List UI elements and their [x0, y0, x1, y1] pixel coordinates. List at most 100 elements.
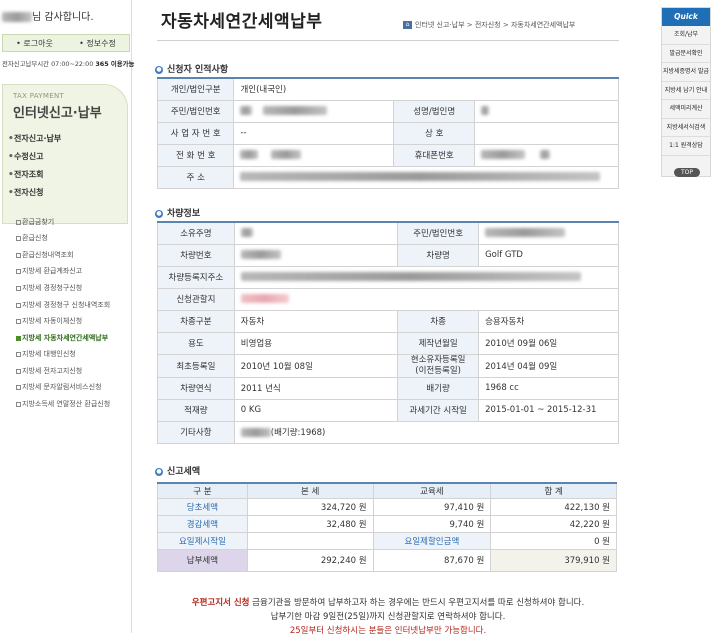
name-value — [474, 99, 619, 123]
final-tax-label: 납부세액 — [157, 548, 248, 572]
applicant-table: 개인/법인구분 개인(내국인) 주민/법인번호 성명/법인명 사 업 자 번 호… — [156, 77, 619, 189]
menu-e-application[interactable]: 전자신청 — [0, 185, 126, 201]
applicant-section-title: ● 신청자 인적사항 — [155, 65, 229, 75]
type-label: 개인/법인구분 — [156, 77, 235, 101]
tax-table: 구 분 본 세 교육세 합 계 당초세액 324,720 원 97,410 원 … — [157, 482, 617, 572]
final-tax-edu: 87,670 원 — [372, 548, 492, 572]
load-value: 0 KG — [233, 398, 399, 422]
info-edit-button[interactable]: • 정보수정 — [79, 38, 116, 49]
reg-address-value — [233, 265, 620, 289]
tax-payment-en-label: TAX PAYMENT — [13, 92, 65, 100]
type-value: 개인(내국인) — [233, 77, 619, 101]
quick-item-remote-support[interactable]: 1:1 원격상담 — [662, 137, 710, 156]
trade-name-label: 상 호 — [393, 121, 476, 145]
biz-number-label: 사 업 자 번 호 — [156, 121, 235, 145]
quick-menu-title: Quick Menu — [662, 8, 710, 39]
submenu-income-tax-refund[interactable]: 지방소득세 연말정산 환급신청 — [0, 397, 132, 411]
due-discount-label: 요일제할인금액 — [372, 531, 492, 550]
submenu-annual-car-tax[interactable]: 지방세 자동차세연간세액납부 — [0, 331, 132, 345]
biz-number-value: -- — [233, 121, 395, 145]
reg-address-label: 차량등록지주소 — [157, 265, 235, 289]
table-row: 전 화 번 호 휴대폰번호 — [156, 143, 619, 167]
trade-name-value — [474, 121, 619, 145]
submenu-correction-history[interactable]: 지방세 경정청구 신청내역조회 — [0, 298, 132, 312]
quick-item-doc-verify[interactable]: 발급문서확인 — [662, 45, 710, 63]
table-row: 주 소 — [156, 165, 619, 189]
use-label: 용도 — [157, 331, 235, 355]
section-bullet-icon: ● — [155, 467, 163, 476]
use-value: 비영업용 — [233, 331, 399, 355]
table-row: 소유주명 주민/법인번호 — [157, 221, 619, 245]
model-value: Golf GTD — [478, 243, 619, 267]
mobile-value — [474, 143, 619, 167]
tax-payment-title: 인터넷신고·납부 — [13, 106, 102, 121]
quick-item-form-search[interactable]: 지방세서식검색 — [662, 119, 710, 137]
home-icon[interactable]: ⌂ — [403, 21, 412, 29]
table-row: 차량등록지주소 — [157, 265, 620, 289]
submenu-agent-apply[interactable]: 지방세 대행인신청 — [0, 347, 132, 361]
phone-label: 전 화 번 호 — [156, 143, 235, 167]
table-row: 용도 비영업용 제작년월일 2010년 09월 06일 — [157, 331, 619, 355]
table-header-row: 구 분 본 세 교육세 합 계 — [157, 482, 617, 499]
id-value — [233, 99, 395, 123]
vehicle-section-title: ● 차량정보 — [155, 209, 201, 219]
top-button[interactable]: TOP — [674, 168, 700, 177]
menu-amend-filing[interactable]: 수정신고 — [0, 149, 126, 165]
table-row: 개인/법인구분 개인(내국인) — [156, 77, 619, 101]
load-label: 적재량 — [157, 398, 235, 422]
quick-item-due-guide[interactable]: 지방세 납기 안내 — [662, 82, 710, 100]
due-discount-value: 0 원 — [490, 531, 617, 550]
phone-value — [233, 143, 395, 167]
submenu-refund-history[interactable]: 환급신청내역조회 — [0, 248, 132, 262]
menu-e-inquiry[interactable]: 전자조회 — [0, 167, 126, 183]
tax-section-title: ● 신고세액 — [155, 467, 201, 477]
name-label: 성명/법인명 — [393, 99, 476, 123]
submenu-auto-transfer[interactable]: 지방세 자동이체신청 — [0, 314, 132, 328]
menu-e-filing[interactable]: 전자신고·납부 — [0, 131, 126, 147]
greeting: 님 감사합니다. — [2, 8, 94, 23]
submenu-refund-apply[interactable]: 환급신청 — [0, 231, 132, 245]
submenu-e-notice[interactable]: 지방세 전자고지신청 — [0, 364, 132, 378]
quick-item-certificate[interactable]: 지방세증명서 발급 — [662, 63, 710, 82]
model-label: 차량명 — [397, 243, 480, 267]
page-title: 자동차세연간세액납부 — [161, 12, 323, 32]
postal-notice: 우편고지서 신청 금융기관을 방문하여 납부하고자 하는 경우에는 반드시 우편… — [191, 598, 585, 636]
submenu-sms-alert[interactable]: 지방세 문자알림서비스신청 — [0, 380, 132, 394]
table-row: 적재량 0 KG 과세기간 시작일 2015-01-01 ~ 2015-12-3… — [157, 398, 619, 422]
quick-item-inquiry-payment[interactable]: 조회/납부 — [662, 26, 710, 45]
table-row: 요일제시작일 요일제할인금액 0 원 — [157, 531, 617, 550]
table-row: 사 업 자 번 호 -- 상 호 — [156, 121, 619, 145]
table-row: 신청관할지 — [157, 287, 620, 311]
office-value — [233, 287, 620, 311]
table-row: 기타사항 (배기량:1968) — [157, 420, 620, 444]
period-value: 2015-01-01 ~ 2015-12-31 — [478, 398, 619, 422]
logout-button[interactable]: • 로그아웃 — [16, 38, 53, 49]
final-tax-total: 379,910 원 — [490, 548, 617, 572]
kind-value: 승용자동차 — [478, 309, 619, 333]
displacement-label: 배기량 — [397, 376, 480, 400]
table-row: 경감세액 32,480 원 9,740 원 42,220 원 — [157, 514, 617, 533]
owner-label: 소유주명 — [157, 221, 235, 245]
table-row: 최초등록일 2010년 10월 08일 현소유자등록일 (이전등록일) 2014… — [157, 353, 619, 378]
table-row: 당초세액 324,720 원 97,410 원 422,130 원 — [157, 497, 617, 516]
vehicle-table: 소유주명 주민/법인번호 차량번호 차량명 Golf GTD 차량등록지주소 신… — [157, 221, 620, 444]
plate-label: 차량번호 — [157, 243, 235, 267]
account-button-row: • 로그아웃 • 정보수정 — [2, 34, 130, 52]
class-label: 차종구분 — [157, 309, 235, 333]
owner-id-value — [478, 221, 619, 245]
table-row: 주민/법인번호 성명/법인명 — [156, 99, 619, 123]
kind-label: 차종 — [397, 309, 480, 333]
due-start-label: 요일제시작일 — [157, 531, 248, 550]
first-reg-label: 최초등록일 — [157, 353, 235, 378]
made-date-label: 제작년월일 — [397, 331, 480, 355]
table-row: 차종구분 자동차 차종 승용자동차 — [157, 309, 619, 333]
year-label: 차량연식 — [157, 376, 235, 400]
owner-reg-value: 2014년 04월 09일 — [478, 353, 619, 378]
quick-item-tax-calc[interactable]: 세액미리계산 — [662, 100, 710, 119]
section-bullet-icon: ● — [155, 65, 163, 74]
owner-value — [233, 221, 399, 245]
breadcrumb: ⌂ 인터넷 신고·납부 > 전자신청 > 자동차세연간세액납부 — [403, 20, 575, 30]
submenu-refund-find[interactable]: 환급금찾기 — [0, 215, 132, 229]
submenu-correction-claim[interactable]: 지방세 경정청구신청 — [0, 281, 132, 295]
submenu-refund-account[interactable]: 지방세 환급계좌신고 — [0, 264, 132, 278]
